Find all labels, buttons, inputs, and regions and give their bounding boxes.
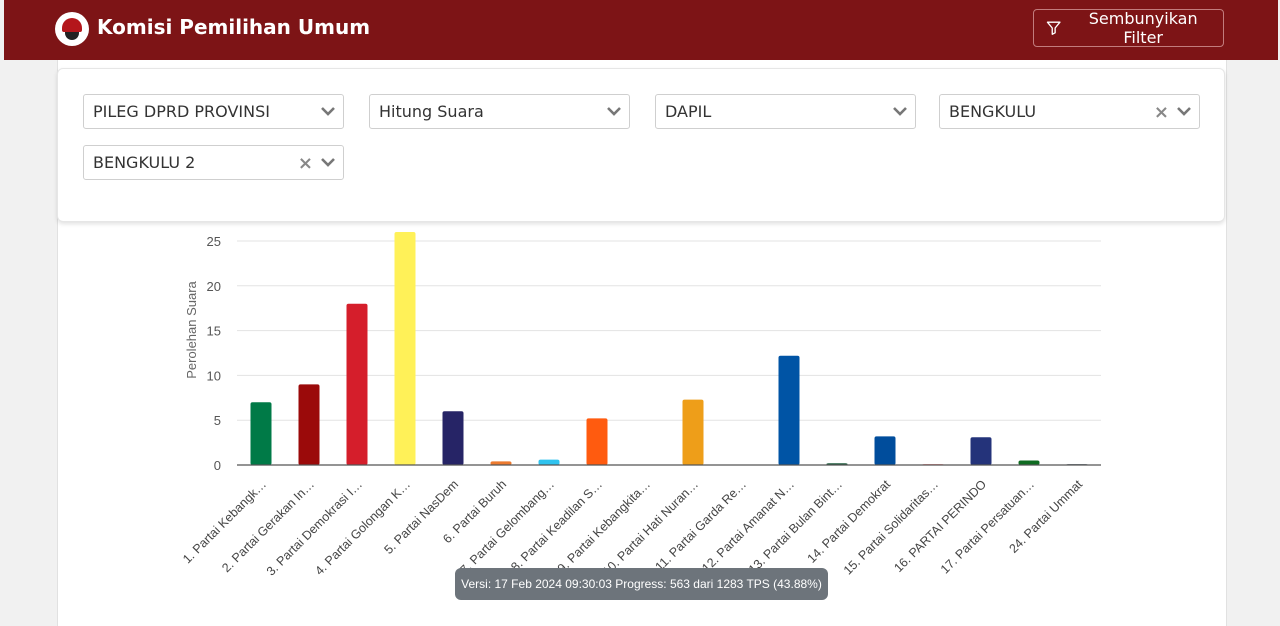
chart-bar bbox=[778, 355, 800, 465]
x-tick-label: 16. PARTAI PERINDO bbox=[891, 477, 989, 575]
y-tick-label: 20 bbox=[207, 279, 221, 294]
x-tick-label: 9. Partai Kebangkita… bbox=[555, 477, 653, 575]
x-tick-label: 12. Partai Amanat N… bbox=[699, 477, 797, 575]
chevron-down-icon[interactable] bbox=[892, 104, 908, 118]
chart-bar bbox=[874, 436, 896, 465]
x-tick-label: 14. Partai Demokrat bbox=[805, 477, 894, 566]
region-level-select[interactable]: DAPIL bbox=[655, 94, 916, 129]
x-tick-label: 11. Partai Garda Re… bbox=[652, 477, 749, 574]
chart-bar bbox=[538, 459, 560, 465]
election-type-select[interactable]: PILEG DPRD PROVINSI bbox=[83, 94, 344, 129]
chart-bar bbox=[442, 411, 464, 465]
count-type-value: Hitung Suara bbox=[379, 102, 484, 121]
chart-bar bbox=[346, 303, 368, 465]
x-tick-label: 8. Partai Keadilan S… bbox=[508, 477, 605, 574]
x-tick-label: 15. Partai Solidaritas… bbox=[841, 477, 941, 577]
chart-bar bbox=[250, 402, 272, 465]
x-tick-label: 4. Partai Golongan K… bbox=[312, 477, 413, 578]
chart-bar bbox=[1018, 460, 1040, 465]
y-tick-label: 0 bbox=[214, 458, 221, 473]
chart-bar bbox=[586, 418, 608, 465]
chart-bar bbox=[394, 232, 416, 465]
x-tick-label: 1. Partai Kebangk… bbox=[180, 477, 269, 566]
dapil-value: BENGKULU 2 bbox=[93, 153, 196, 172]
chart-bar bbox=[298, 384, 320, 465]
y-axis-title: Perolehan Suara bbox=[184, 280, 199, 378]
x-tick-label: 2. Partai Gerakan In… bbox=[219, 477, 317, 575]
chevron-down-icon[interactable] bbox=[1176, 104, 1192, 118]
chevron-down-icon[interactable] bbox=[320, 104, 336, 118]
x-tick-label: 7. Partai Gelombang… bbox=[457, 477, 557, 577]
clear-icon[interactable]: × bbox=[298, 147, 313, 180]
x-tick-label: 17. Partai Persatuan… bbox=[938, 477, 1037, 576]
chart-bar bbox=[970, 437, 992, 465]
region-level-value: DAPIL bbox=[665, 102, 712, 121]
chevron-down-icon[interactable] bbox=[320, 155, 336, 169]
count-type-select[interactable]: Hitung Suara bbox=[369, 94, 630, 129]
province-value: BENGKULU bbox=[949, 102, 1037, 121]
x-tick-label: 13. Partai Bulan Bint… bbox=[746, 477, 845, 576]
dapil-select[interactable]: BENGKULU 2 × bbox=[83, 145, 344, 180]
chevron-down-icon[interactable] bbox=[606, 104, 622, 118]
y-tick-label: 15 bbox=[207, 324, 221, 339]
version-tooltip: Versi: 17 Feb 2024 09:30:03 Progress: 56… bbox=[455, 568, 828, 600]
y-tick-label: 10 bbox=[207, 368, 221, 383]
province-select[interactable]: BENGKULU × bbox=[939, 94, 1200, 129]
x-tick-label: 3. Partai Demokrasi I… bbox=[264, 477, 365, 578]
chart-bar bbox=[682, 399, 704, 465]
y-tick-label: 25 bbox=[207, 234, 221, 249]
election-type-value: PILEG DPRD PROVINSI bbox=[93, 102, 270, 121]
x-tick-label: 10. Partai Hati Nuran… bbox=[600, 477, 701, 578]
clear-icon[interactable]: × bbox=[1154, 96, 1169, 129]
y-tick-label: 5 bbox=[214, 413, 221, 428]
